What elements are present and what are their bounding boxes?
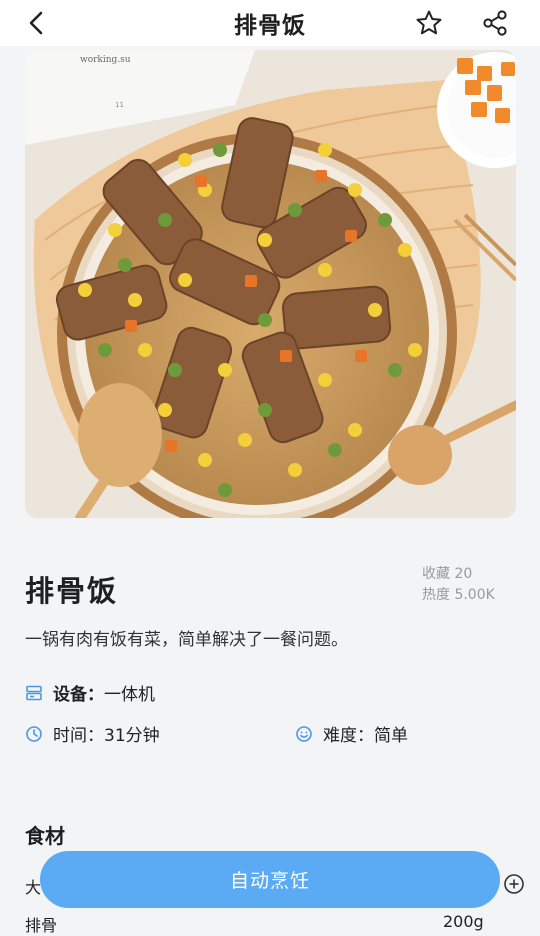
favorite-button[interactable] [412, 7, 446, 39]
ingredient-amount: 200g [443, 912, 484, 931]
ingredient-name: 大 [25, 878, 42, 897]
top-bar: 排骨饭 [0, 0, 540, 46]
ingredient-name: 排骨 [25, 916, 58, 935]
difficulty-label: 难度： [323, 726, 374, 746]
smile-icon [295, 725, 313, 743]
clock-icon [25, 725, 43, 743]
dish-description: 一锅有肉有饭有菜，简单解决了一餐问题。 [25, 630, 348, 650]
time-label: 时间： [53, 726, 104, 746]
heat-count: 热度 5.00K [422, 587, 495, 603]
time-row: 时间： 31分钟 [25, 721, 160, 746]
device-icon [25, 684, 43, 702]
share-icon [483, 10, 507, 36]
dish-stats: 收藏 20 热度 5.00K [422, 564, 495, 606]
auto-cook-button[interactable]: 自动烹饪 [40, 851, 500, 908]
device-value: 一体机 [104, 685, 155, 705]
plus-circle-icon [504, 874, 524, 894]
time-value: 31分钟 [104, 726, 160, 746]
difficulty-row: 难度： 简单 [295, 721, 408, 746]
dish-name: 排骨饭 [25, 574, 119, 608]
share-button[interactable] [478, 7, 512, 39]
book-page-text: working.su [80, 55, 131, 65]
ingredients-title: 食材 [25, 824, 65, 848]
star-icon [416, 10, 442, 35]
device-label: 设备： [53, 685, 104, 705]
device-row: 设备： 一体机 [25, 680, 155, 705]
dish-photo: working.su 11 [25, 50, 516, 518]
book-page-number: 11 [115, 101, 124, 109]
favorites-count: 收藏 20 [422, 566, 473, 582]
add-ingredient-button[interactable] [503, 873, 525, 895]
page-title: 排骨饭 [234, 13, 306, 39]
difficulty-value: 简单 [374, 726, 408, 746]
